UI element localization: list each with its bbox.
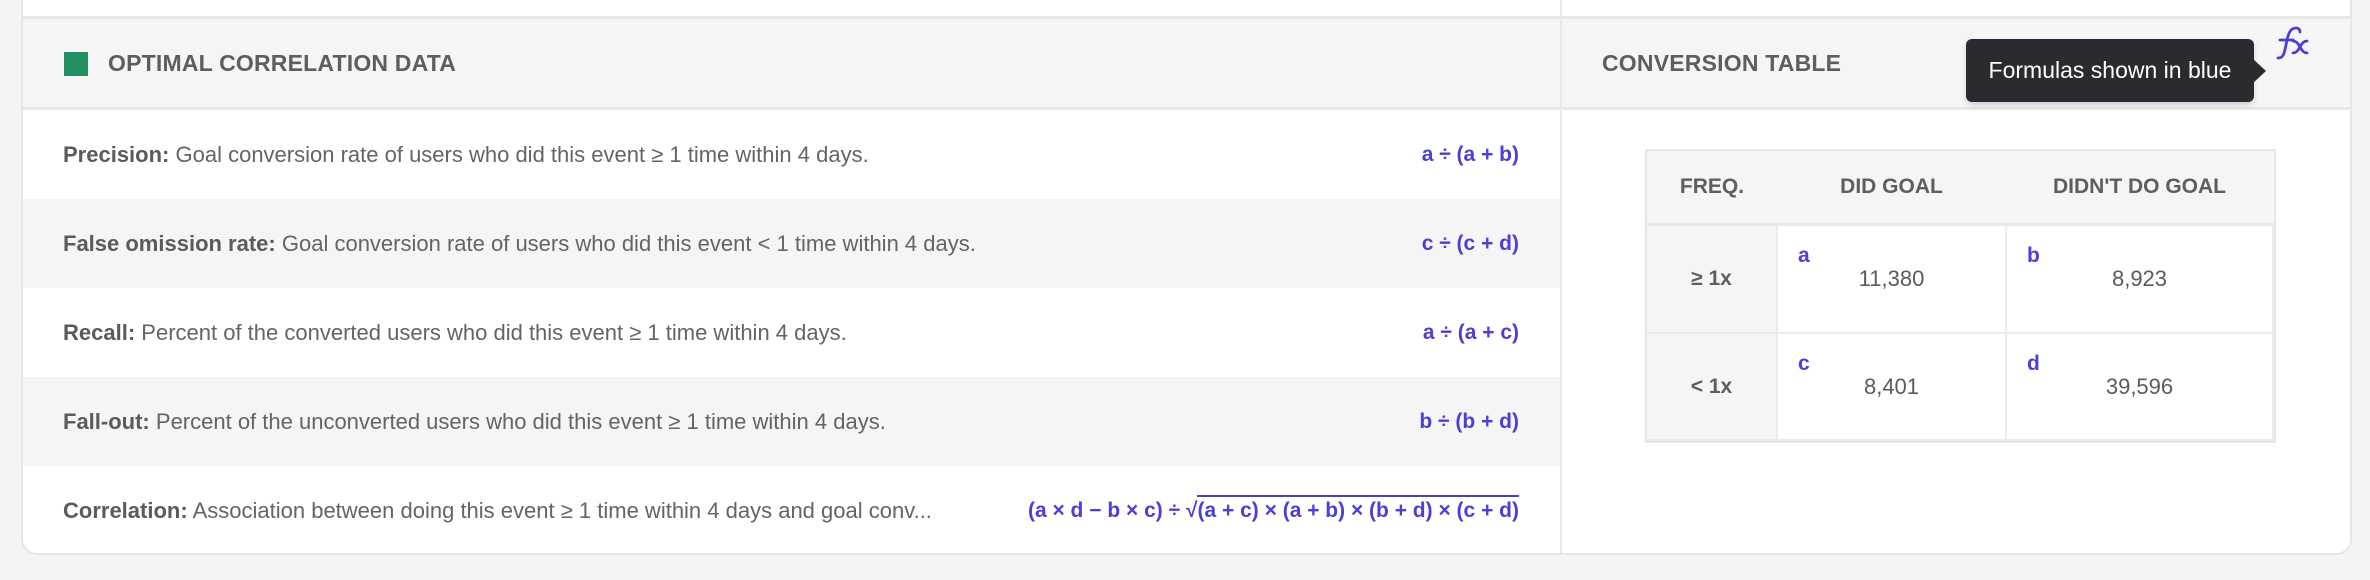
metric-row-fall-out: Fall-out: Percent of the unconverted use…: [23, 377, 1560, 466]
metric-row-false-omission-rate: False omission rate: Goal conversion rat…: [23, 199, 1560, 288]
metric-term: Recall:: [63, 319, 136, 345]
metric-term: Fall-out:: [63, 408, 150, 434]
metric-formula: c ÷ (c + d): [1421, 231, 1519, 255]
cell-letter: d: [2027, 352, 2040, 376]
metric-row-correlation: Correlation: Association between doing t…: [23, 466, 1560, 553]
metric-description: Percent of the unconverted users who did…: [155, 408, 886, 434]
metric-text: Precision: Goal conversion rate of users…: [63, 142, 1392, 168]
table-row: ≥ 1x a 11,380 b 8,923: [1647, 223, 2274, 335]
metric-term: Precision:: [63, 141, 170, 167]
metric-text: Recall: Percent of the converted users w…: [63, 320, 1393, 346]
metric-formula: a ÷ (a + c): [1422, 320, 1519, 344]
conversion-table-panel: CONVERSION TABLE Formulas shown in blue …: [1562, 0, 2350, 553]
cell-value: 8,923: [2111, 266, 2168, 292]
cell-value: 8,401: [1863, 373, 1920, 399]
cell-letter: b: [2027, 244, 2040, 267]
table-cell-b: b 8,923: [2005, 223, 2274, 335]
metric-description: Goal conversion rate of users who did th…: [281, 230, 976, 256]
metric-text: Correlation: Association between doing t…: [63, 498, 998, 524]
metrics-list: Precision: Goal conversion rate of users…: [23, 110, 1560, 553]
panel-header: OPTIMAL CORRELATION DATA: [23, 16, 1560, 110]
panel-title: CONVERSION TABLE: [1602, 50, 1842, 76]
function-icon[interactable]: [2274, 25, 2310, 61]
freq-label: < 1x: [1647, 332, 1778, 441]
formula-prefix: (a × d − b × c) ÷ √: [1027, 498, 1198, 522]
metric-row-recall: Recall: Percent of the converted users w…: [23, 288, 1560, 377]
panel-header: CONVERSION TABLE Formulas shown in blue: [1562, 16, 2350, 110]
cell-value: 11,380: [1858, 266, 1925, 292]
metric-term: Correlation:: [63, 497, 188, 523]
cell-value: 39,596: [2105, 373, 2174, 399]
metric-description: Association between doing this event ≥ 1…: [192, 497, 932, 523]
table-header-row: FREQ. DID GOAL DIDN'T DO GOAL: [1647, 151, 2273, 226]
metric-description: Percent of the converted users who did t…: [141, 319, 847, 345]
freq-label: ≥ 1x: [1647, 223, 1778, 335]
metric-formula: a ÷ (a + b): [1421, 142, 1519, 166]
conversion-table: FREQ. DID GOAL DIDN'T DO GOAL ≥ 1x a 11,…: [1645, 149, 2276, 443]
metric-formula: b ÷ (b + d): [1419, 409, 1519, 433]
metric-term: False omission rate:: [63, 230, 276, 256]
metric-row-precision: Precision: Goal conversion rate of users…: [23, 110, 1560, 199]
series-color-marker: [64, 52, 88, 76]
cell-letter: a: [1798, 244, 1810, 267]
table-cell-d: d 39,596: [2005, 332, 2274, 441]
metric-text: False omission rate: Goal conversion rat…: [63, 231, 1392, 257]
metric-formula: (a × d − b × c) ÷ √(a + c) × (a + b) × (…: [1027, 494, 1519, 523]
correlation-card: OPTIMAL CORRELATION DATA Precision: Goal…: [21, 0, 2352, 555]
formula-sqrt-operand: (a + c) × (a + b) × (b + d) × (c + d): [1197, 494, 1519, 522]
cell-letter: c: [1798, 352, 1810, 376]
table-cell-c: c 8,401: [1776, 332, 2007, 441]
formulas-tooltip: Formulas shown in blue: [1966, 39, 2266, 102]
header-did-goal: DID GOAL: [1777, 151, 2006, 226]
header-freq: FREQ.: [1647, 151, 1777, 226]
metric-text: Fall-out: Percent of the unconverted use…: [63, 409, 1389, 435]
panel-title: OPTIMAL CORRELATION DATA: [108, 50, 457, 76]
metric-description: Goal conversion rate of users who did th…: [175, 141, 869, 167]
header-didnt-do-goal: DIDN'T DO GOAL: [2006, 151, 2273, 226]
table-cell-a: a 11,380: [1776, 223, 2007, 335]
optimal-correlation-panel: OPTIMAL CORRELATION DATA Precision: Goal…: [23, 0, 1562, 553]
table-row: < 1x c 8,401 d 39,596: [1647, 332, 2274, 441]
